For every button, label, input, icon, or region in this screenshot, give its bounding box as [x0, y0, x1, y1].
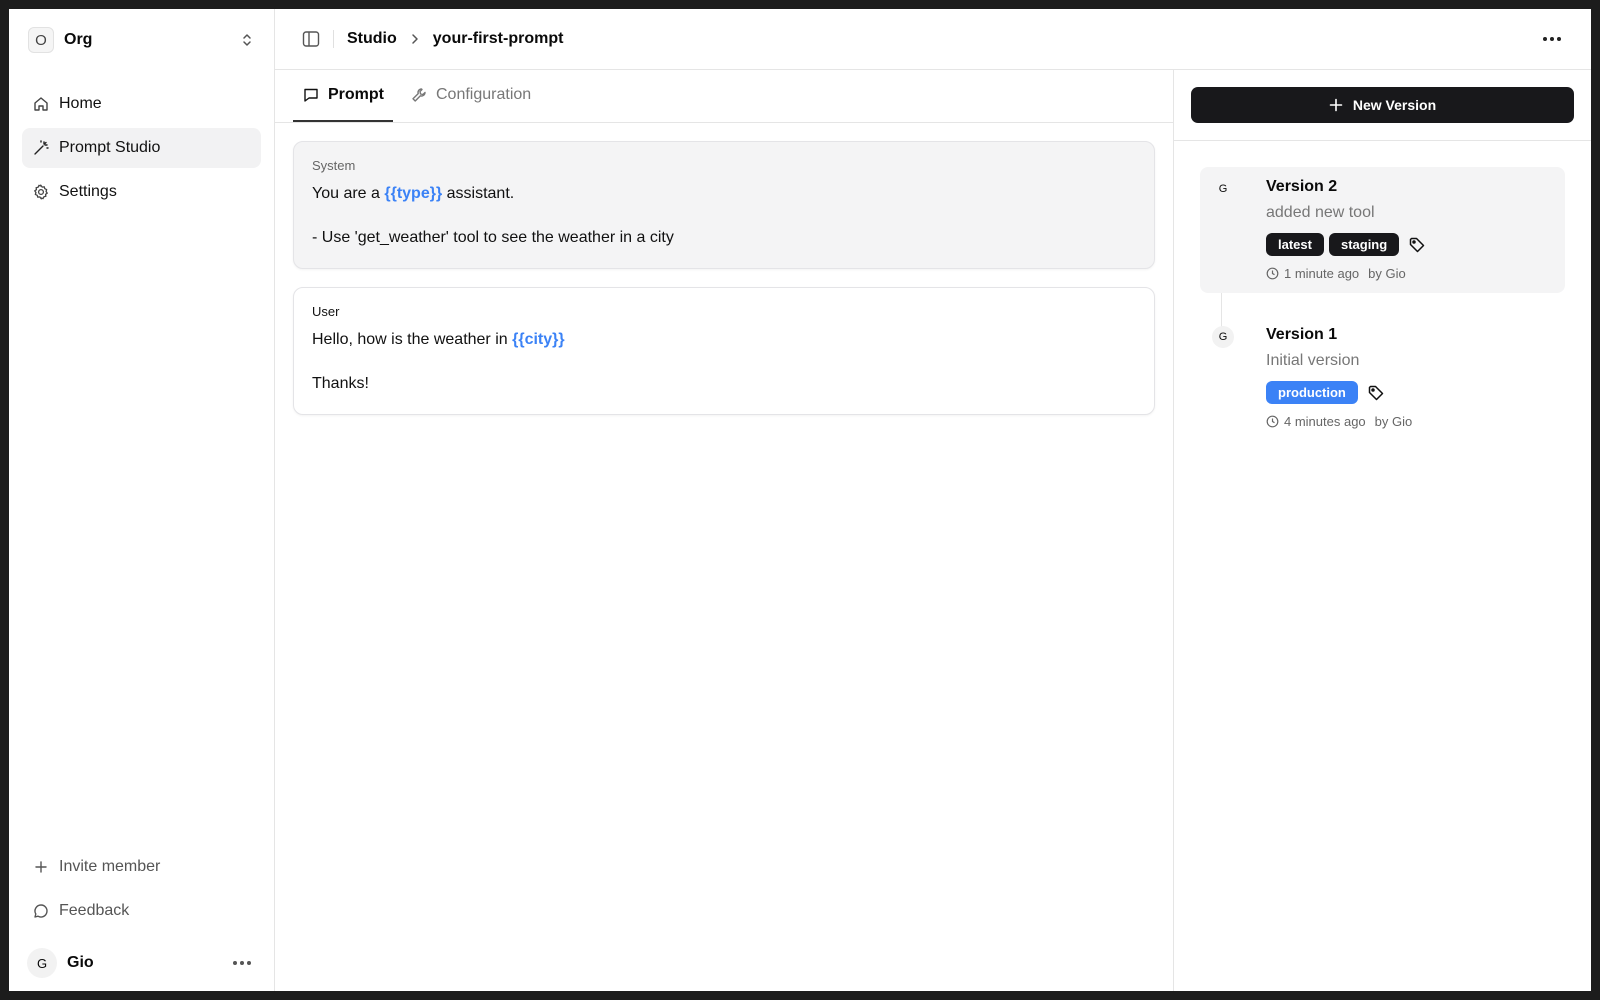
message-text: - Use 'get_weather' tool to see the weat… — [312, 229, 674, 246]
invite-member-button[interactable]: Invite member — [22, 847, 261, 887]
version-time: 4 minutes ago — [1284, 414, 1366, 429]
tab-prompt[interactable]: Prompt — [293, 70, 393, 122]
version-author: by Gio — [1374, 414, 1413, 429]
text-segment: assistant. — [442, 185, 515, 202]
sidebar-footer: Invite member Feedback G Gio — [22, 847, 261, 991]
tag-production[interactable]: production — [1266, 381, 1358, 404]
topbar: Studio your-first-prompt — [275, 9, 1591, 70]
version-meta: 1 minute ago by Gio — [1266, 266, 1426, 281]
version-name: Version 1 — [1266, 326, 1338, 343]
user-message[interactable]: User Hello, how is the weather in {{city… — [293, 287, 1155, 415]
prompt-editor: Prompt Configuration System You are a {{… — [275, 70, 1174, 991]
versions-header: New Version — [1174, 70, 1591, 141]
message-text: Thanks! — [312, 375, 369, 392]
message-role: User — [312, 304, 340, 319]
tab-label: Configuration — [436, 86, 532, 103]
text-segment: You are a — [312, 185, 385, 202]
version-item[interactable]: G Version 1 Initial version production 4… — [1200, 315, 1565, 441]
avatar: G — [1212, 178, 1234, 200]
tab-configuration[interactable]: Configuration — [401, 70, 540, 122]
tab-label: Prompt — [328, 86, 384, 103]
message-list: System You are a {{type}} assistant. - U… — [275, 123, 1173, 415]
main-area: Studio your-first-prompt Prompt Configur… — [275, 9, 1591, 991]
more-horizontal-icon[interactable] — [233, 961, 251, 965]
feedback-label: Feedback — [59, 902, 130, 919]
version-list: G Version 2 added new tool latest stagin… — [1174, 141, 1591, 463]
version-description: Initial version — [1266, 352, 1360, 369]
org-avatar: O — [28, 27, 54, 53]
divider — [333, 30, 334, 48]
message-text: You are a {{type}} assistant. — [312, 183, 1136, 205]
sidebar-item-home[interactable]: Home — [22, 84, 261, 124]
tag-latest[interactable]: latest — [1266, 233, 1324, 256]
sidebar-item-label: Settings — [59, 183, 117, 200]
tag-icon[interactable] — [1367, 384, 1385, 402]
new-version-button[interactable]: New Version — [1191, 87, 1574, 123]
version-name: Version 2 — [1266, 178, 1338, 195]
sidebar-item-label: Home — [59, 95, 102, 112]
tag-icon[interactable] — [1408, 236, 1426, 254]
versions-panel: New Version G Version 2 added new tool l… — [1174, 70, 1591, 991]
breadcrumb-current: your-first-prompt — [432, 30, 564, 47]
magic-wand-icon — [32, 139, 50, 157]
breadcrumb-studio-link[interactable]: Studio — [347, 30, 397, 48]
version-description: added new tool — [1266, 204, 1375, 221]
plus-icon — [32, 858, 50, 876]
new-version-label: New Version — [1352, 97, 1437, 113]
home-icon — [32, 95, 50, 113]
chevron-right-icon — [408, 32, 422, 46]
version-tags: production — [1266, 381, 1412, 404]
version-meta: 4 minutes ago by Gio — [1266, 414, 1412, 429]
version-tags: latest staging — [1266, 233, 1426, 256]
invite-member-label: Invite member — [59, 858, 161, 875]
sidebar-nav: Home Prompt Studio Settings — [22, 84, 261, 212]
version-time: 1 minute ago — [1284, 266, 1360, 281]
template-variable: {{type}} — [384, 185, 443, 202]
sidebar-item-prompt-studio[interactable]: Prompt Studio — [22, 128, 261, 168]
sidebar-item-settings[interactable]: Settings — [22, 172, 261, 212]
text-segment: Hello, how is the weather in — [312, 331, 513, 348]
version-item[interactable]: G Version 2 added new tool latest stagin… — [1200, 167, 1565, 293]
system-message[interactable]: System You are a {{type}} assistant. - U… — [293, 141, 1155, 269]
app-window: O Org Home Prompt Studio Settings Invite… — [9, 9, 1591, 991]
message-circle-icon — [32, 902, 50, 920]
message-role: System — [312, 158, 356, 173]
feedback-button[interactable]: Feedback — [22, 891, 261, 931]
more-horizontal-icon[interactable] — [1543, 37, 1561, 41]
sidebar-item-label: Prompt Studio — [59, 139, 161, 156]
org-switcher[interactable]: O Org — [22, 9, 261, 71]
message-square-icon — [302, 86, 320, 104]
sidebar: O Org Home Prompt Studio Settings Invite… — [9, 9, 275, 991]
avatar: G — [1212, 326, 1234, 348]
sidebar-toggle-icon[interactable] — [301, 29, 321, 49]
plus-icon — [1329, 98, 1343, 112]
template-variable: {{city}} — [512, 331, 565, 348]
wrench-icon — [410, 86, 428, 104]
chevrons-up-down-icon[interactable] — [239, 32, 255, 48]
gear-icon — [32, 183, 50, 201]
content: Prompt Configuration System You are a {{… — [275, 70, 1591, 991]
clock-icon — [1266, 415, 1279, 428]
avatar: G — [27, 948, 57, 978]
message-text: Hello, how is the weather in {{city}} — [312, 329, 1136, 351]
org-name: Org — [64, 31, 93, 48]
editor-tabs: Prompt Configuration — [275, 70, 1173, 123]
clock-icon — [1266, 267, 1279, 280]
user-name: Gio — [67, 954, 94, 971]
user-menu[interactable]: G Gio — [22, 935, 261, 991]
tag-staging[interactable]: staging — [1328, 233, 1400, 256]
version-author: by Gio — [1368, 266, 1406, 281]
